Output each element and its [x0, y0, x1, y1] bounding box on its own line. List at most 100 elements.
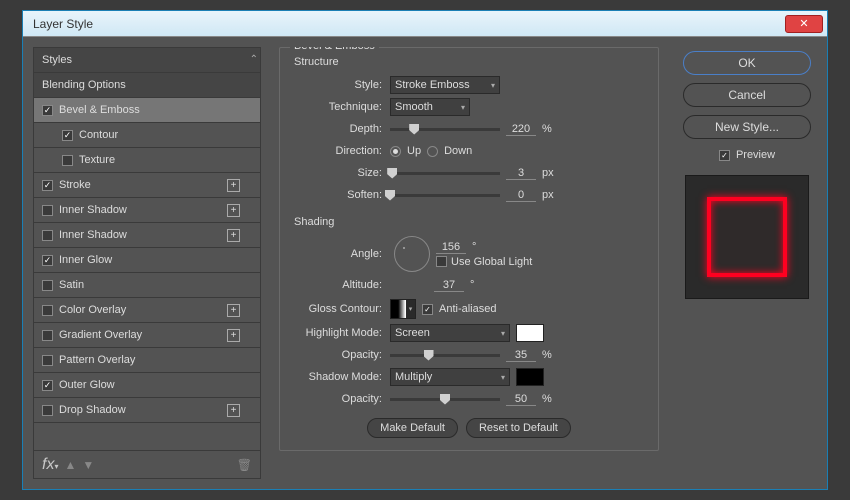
chevron-down-icon: ▾ [491, 81, 495, 90]
move-up-icon[interactable]: ▲ [64, 458, 76, 472]
style-item-color-overlay[interactable]: Color Overlay + [34, 298, 260, 323]
size-label: Size: [290, 167, 390, 179]
style-checkbox[interactable] [42, 205, 53, 216]
style-item-inner-shadow[interactable]: Inner Shadow + [34, 223, 260, 248]
styles-header-row[interactable]: Styles ⌃ [34, 48, 260, 73]
slider-thumb[interactable] [409, 124, 419, 135]
style-item-label: Drop Shadow [59, 404, 126, 416]
add-effect-icon[interactable]: + [227, 329, 240, 342]
add-effect-icon[interactable]: + [227, 404, 240, 417]
close-button[interactable]: ✕ [785, 15, 823, 33]
style-item-inner-shadow[interactable]: Inner Shadow+ [34, 198, 260, 223]
style-item-label: Color Overlay [59, 304, 126, 316]
style-label: Style: [290, 79, 390, 91]
style-item-label: Bevel & Emboss [59, 104, 140, 116]
fx-menu[interactable]: fx▾ [42, 456, 58, 474]
antialiased-checkbox[interactable] [422, 304, 433, 315]
direction-down-radio[interactable] [427, 146, 438, 157]
angle-field[interactable]: 156 [436, 241, 466, 254]
direction-up-radio[interactable] [390, 146, 401, 157]
style-item-label: Inner Shadow [59, 229, 127, 241]
style-select[interactable]: Stroke Emboss▾ [390, 76, 500, 94]
style-item-bevel-emboss[interactable]: Bevel & Emboss [34, 98, 260, 123]
style-item-contour[interactable]: Contour [34, 123, 260, 148]
bevel-emboss-group: Bevel & Emboss Structure Style: Stroke E… [279, 47, 659, 451]
style-item-outer-glow[interactable]: Outer Glow [34, 373, 260, 398]
style-item-inner-glow[interactable]: Inner Glow [34, 248, 260, 273]
angle-label: Angle: [290, 248, 390, 260]
structure-heading: Structure [290, 56, 648, 68]
scroll-up-icon[interactable]: ⌃ [250, 54, 258, 65]
depth-field[interactable]: 220 [506, 123, 536, 136]
add-effect-icon[interactable]: + [227, 229, 240, 242]
style-item-gradient-overlay[interactable]: Gradient Overlay+ [34, 323, 260, 348]
style-item-drop-shadow[interactable]: Drop Shadow + [34, 398, 260, 423]
direction-up-label: Up [407, 145, 421, 157]
angle-dial[interactable] [394, 236, 430, 272]
highlight-mode-select[interactable]: Screen▾ [390, 324, 510, 342]
make-default-button[interactable]: Make Default [367, 418, 458, 438]
trash-icon[interactable]: 🗑 [237, 458, 252, 472]
ok-button[interactable]: OK [683, 51, 811, 75]
style-checkbox[interactable] [42, 380, 53, 391]
style-checkbox[interactable] [42, 330, 53, 341]
soften-field[interactable]: 0 [506, 189, 536, 202]
shadow-opacity-label: Opacity: [290, 393, 390, 405]
style-checkbox[interactable] [42, 180, 53, 191]
size-slider[interactable] [390, 172, 500, 175]
move-down-icon[interactable]: ▼ [82, 458, 94, 472]
soften-unit: px [542, 189, 560, 201]
style-checkbox[interactable] [62, 155, 73, 166]
slider-thumb[interactable] [440, 394, 450, 405]
add-effect-icon[interactable]: + [227, 304, 240, 317]
reset-default-button[interactable]: Reset to Default [466, 418, 571, 438]
chevron-down-icon: ▾ [461, 103, 465, 112]
style-checkbox[interactable] [42, 405, 53, 416]
chevron-down-icon: ▾ [406, 300, 415, 318]
style-checkbox[interactable] [42, 230, 53, 241]
preview-swatch [707, 197, 787, 277]
shadow-opacity-field[interactable]: 50 [506, 393, 536, 406]
style-checkbox[interactable] [42, 280, 53, 291]
style-checkbox[interactable] [42, 305, 53, 316]
gloss-contour-picker[interactable]: ▾ [390, 299, 416, 319]
style-checkbox[interactable] [42, 355, 53, 366]
blending-options-row[interactable]: Blending Options [34, 73, 260, 98]
style-item-texture[interactable]: Texture [34, 148, 260, 173]
style-checkbox[interactable] [42, 105, 53, 116]
antialiased-label: Anti-aliased [439, 303, 496, 315]
preview-checkbox[interactable] [719, 150, 730, 161]
global-light-checkbox[interactable] [436, 256, 447, 267]
add-effect-icon[interactable]: + [227, 179, 240, 192]
technique-label: Technique: [290, 101, 390, 113]
dialog-content: Styles ⌃ Blending Options Bevel & Emboss… [23, 37, 827, 489]
altitude-field[interactable]: 37 [434, 279, 464, 292]
technique-select[interactable]: Smooth▾ [390, 98, 470, 116]
style-checkbox[interactable] [62, 130, 73, 141]
style-item-pattern-overlay[interactable]: Pattern Overlay [34, 348, 260, 373]
soften-slider[interactable] [390, 194, 500, 197]
new-style-button[interactable]: New Style... [683, 115, 811, 139]
highlight-color-swatch[interactable] [516, 324, 544, 342]
titlebar[interactable]: Layer Style ✕ [23, 11, 827, 37]
window-title: Layer Style [27, 17, 785, 31]
shadow-opacity-slider[interactable] [390, 398, 500, 401]
highlight-opacity-slider[interactable] [390, 354, 500, 357]
close-icon: ✕ [799, 17, 808, 30]
altitude-label: Altitude: [290, 279, 390, 291]
slider-thumb[interactable] [424, 350, 434, 361]
depth-slider[interactable] [390, 128, 500, 131]
cancel-button[interactable]: Cancel [683, 83, 811, 107]
highlight-opacity-label: Opacity: [290, 349, 390, 361]
shadow-mode-select[interactable]: Multiply▾ [390, 368, 510, 386]
add-effect-icon[interactable]: + [227, 204, 240, 217]
style-item-satin[interactable]: Satin [34, 273, 260, 298]
highlight-opacity-field[interactable]: 35 [506, 349, 536, 362]
shadow-color-swatch[interactable] [516, 368, 544, 386]
style-checkbox[interactable] [42, 255, 53, 266]
style-item-label: Pattern Overlay [59, 354, 135, 366]
size-field[interactable]: 3 [506, 167, 536, 180]
soften-label: Soften: [290, 189, 390, 201]
styles-footer: fx▾ ▲ ▼ 🗑 [34, 450, 260, 478]
style-item-stroke[interactable]: Stroke+ [34, 173, 260, 198]
